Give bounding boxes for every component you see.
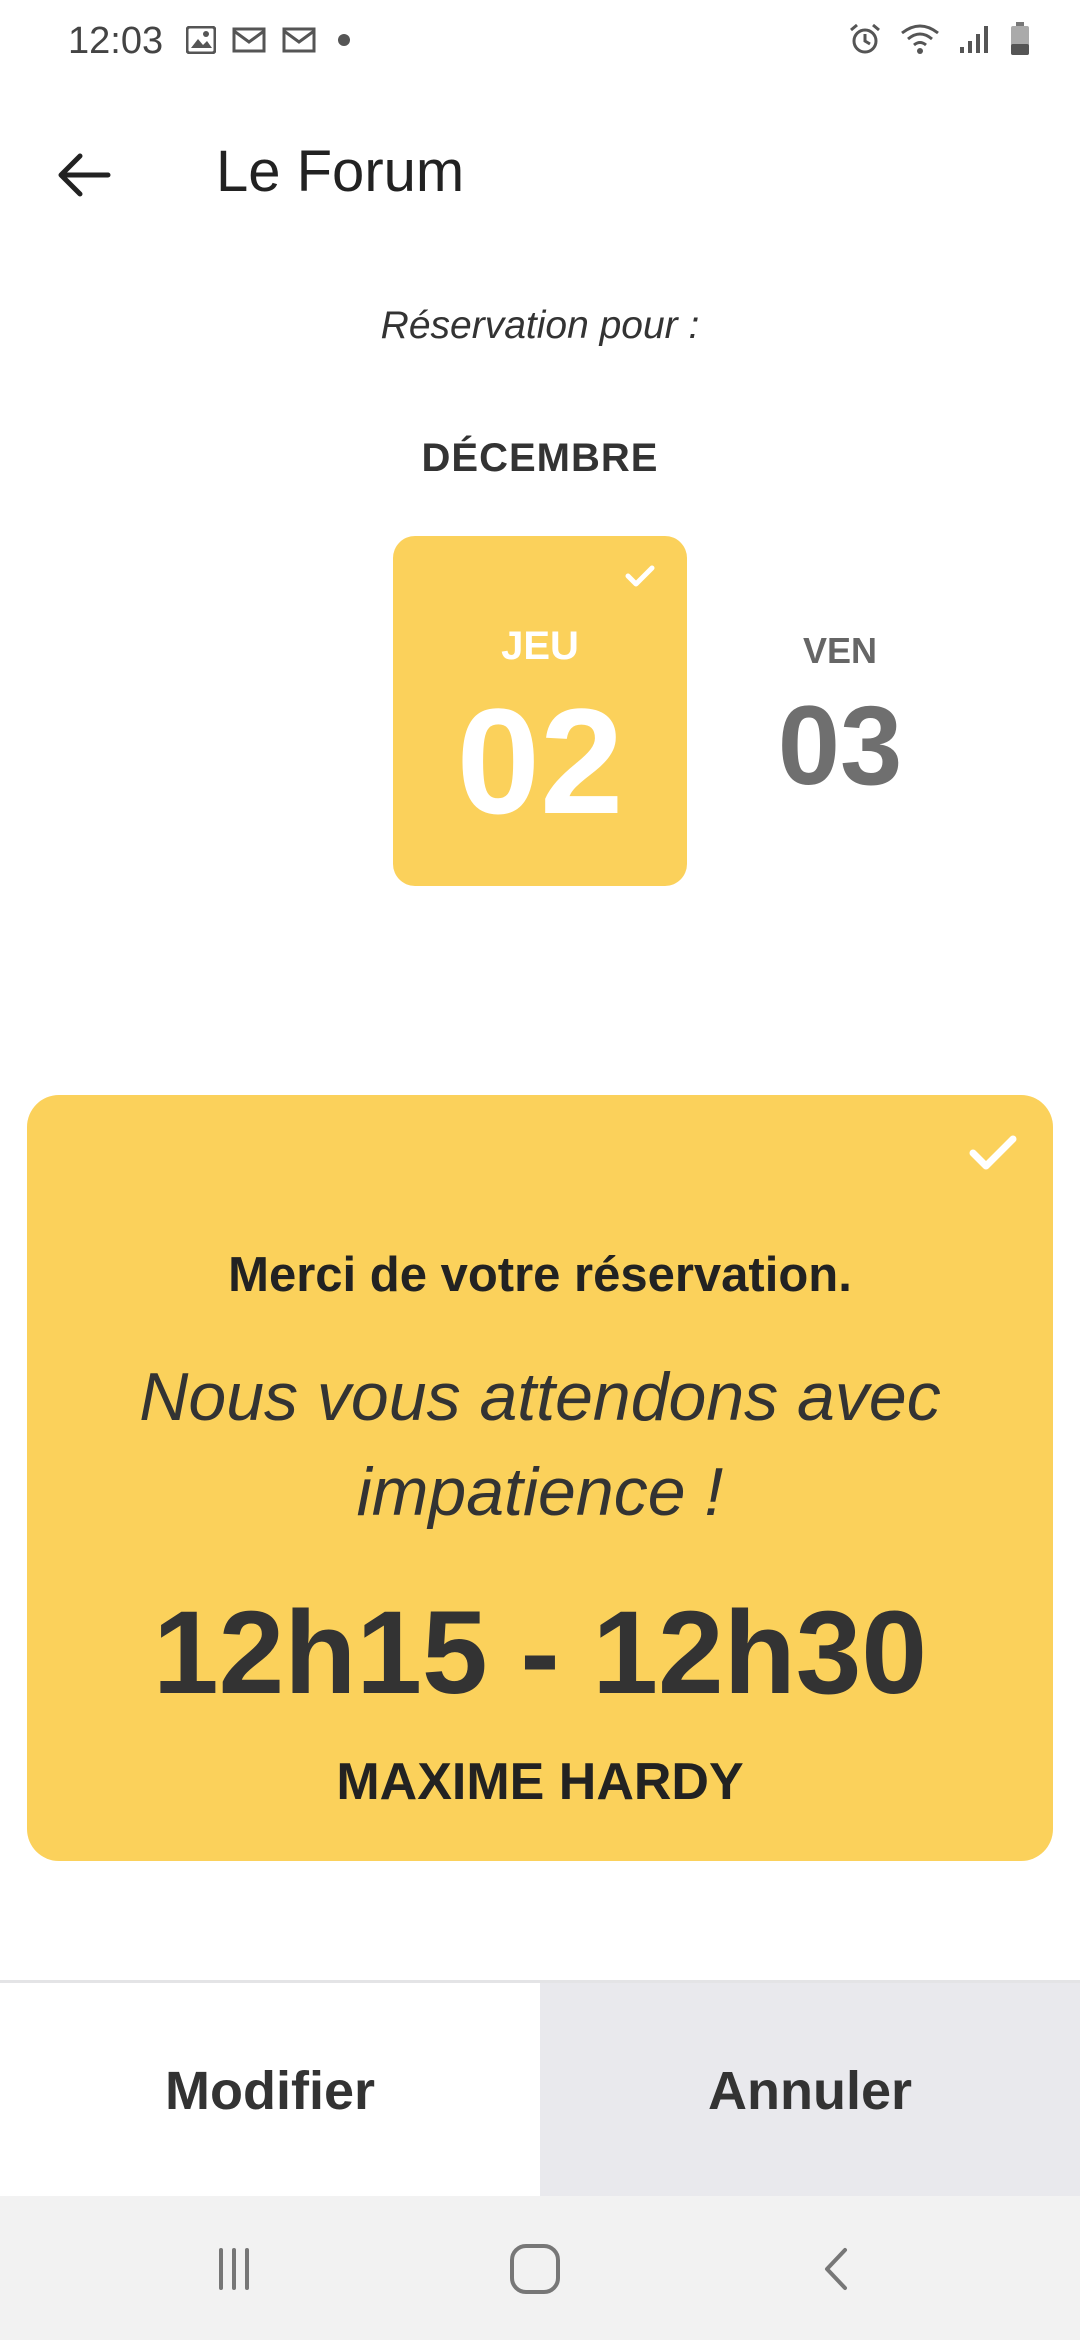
arrow-left-icon [50, 153, 120, 214]
dot-icon [332, 28, 356, 52]
back-icon [813, 2244, 863, 2299]
guest-name: MAXIME HARDY [336, 1753, 744, 1811]
check-icon [968, 1133, 1018, 1178]
day-of-week: VEN [802, 630, 878, 671]
signal-icon [958, 23, 992, 55]
day-card[interactable]: VEN 03 [740, 630, 940, 810]
reservation-label: Réservation pour : [380, 304, 700, 347]
month-label: DÉCEMBRE [421, 436, 659, 480]
day-card-selected[interactable]: JEU 02 [393, 536, 687, 886]
home-button[interactable] [495, 2238, 575, 2304]
day-of-week: JEU [501, 624, 579, 668]
day-number: 02 [456, 677, 624, 845]
wifi-icon [900, 23, 940, 55]
navigation-bar [0, 2196, 1080, 2340]
thanks-message: Merci de votre réservation. [228, 1248, 852, 1302]
wait-message: Nous vous attendons avec impatience ! [139, 1359, 941, 1530]
check-icon [625, 564, 655, 593]
mail-icon [282, 27, 316, 53]
recent-apps-button[interactable] [194, 2238, 274, 2304]
battery-icon [1010, 22, 1030, 56]
day-number: 03 [777, 683, 903, 808]
back-button[interactable] [50, 140, 120, 210]
image-icon [186, 26, 216, 54]
action-bar: Modifier Annuler [0, 1980, 1080, 2199]
status-bar: 12:03 [0, 0, 1080, 84]
recent-apps-icon [209, 2244, 259, 2299]
alarm-icon [848, 22, 882, 56]
page-title: Le Forum [216, 139, 465, 204]
app-bar: Le Forum [0, 100, 1080, 240]
modify-button[interactable]: Modifier [0, 1983, 540, 2199]
home-icon [507, 2241, 563, 2302]
status-time: 12:03 [68, 20, 164, 62]
cancel-button[interactable]: Annuler [540, 1983, 1080, 2199]
time-range: 12h15 - 12h30 [152, 1587, 928, 1719]
confirmation-card: Merci de votre réservation. Nous vous at… [27, 1095, 1053, 1861]
system-back-button[interactable] [798, 2238, 878, 2304]
mail-icon [232, 27, 266, 53]
